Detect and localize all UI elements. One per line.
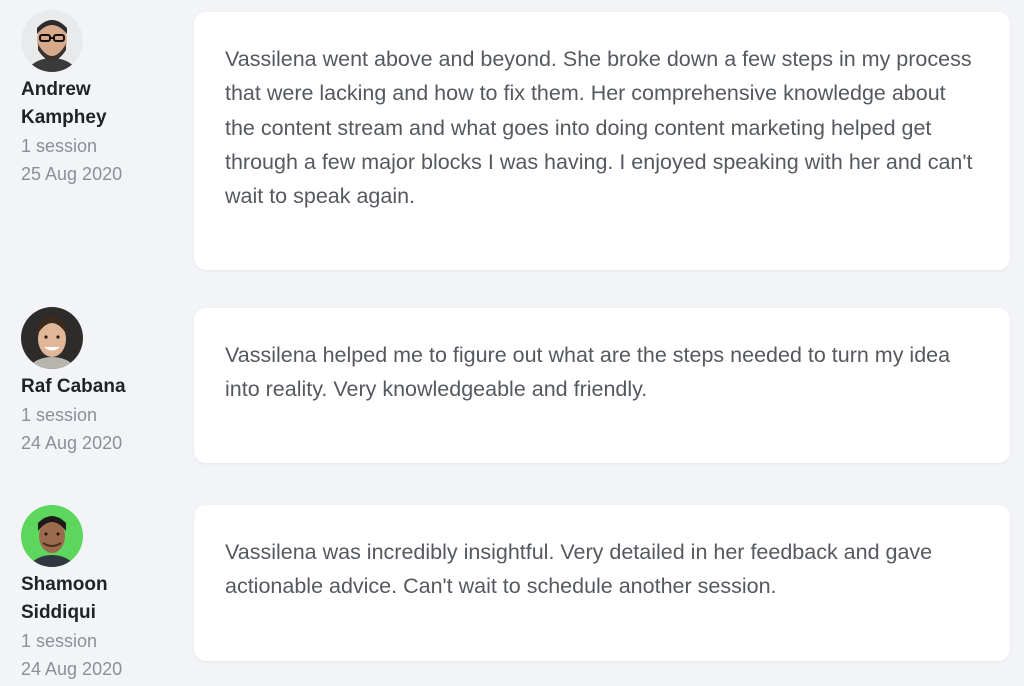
review-card: Vassilena went above and beyond. She bro…	[194, 12, 1010, 270]
review-text: Vassilena was incredibly insightful. Ver…	[225, 540, 933, 599]
avatar[interactable]	[21, 505, 83, 567]
review-author: Shamoon Siddiqui 1 session 24 Aug 2020	[21, 505, 181, 683]
review-card: Vassilena helped me to figure out what a…	[194, 308, 1010, 463]
author-name-last[interactable]: Siddiqui	[21, 599, 181, 627]
session-count: 1 session	[21, 405, 98, 425]
avatar[interactable]	[21, 307, 83, 369]
man-green-background-avatar-icon	[21, 505, 83, 567]
bearded-man-glasses-avatar-icon	[21, 10, 83, 72]
smiling-man-avatar-icon	[21, 307, 83, 369]
author-name-first[interactable]: Andrew	[21, 76, 181, 104]
review-author: Raf Cabana 1 session 24 Aug 2020	[21, 307, 181, 457]
author-name-last[interactable]: Kamphey	[21, 104, 181, 132]
author-name-first[interactable]: Raf Cabana	[21, 373, 181, 401]
author-name-first[interactable]: Shamoon	[21, 571, 181, 599]
avatar[interactable]	[21, 10, 83, 72]
review-date: 25 Aug 2020	[21, 164, 123, 184]
session-count: 1 session	[21, 136, 98, 156]
session-count: 1 session	[21, 631, 98, 651]
review-author: Andrew Kamphey 1 session 25 Aug 2020	[21, 10, 181, 188]
review-date: 24 Aug 2020	[21, 659, 123, 679]
review-text: Vassilena helped me to figure out what a…	[225, 343, 951, 402]
review-card: Vassilena was incredibly insightful. Ver…	[194, 505, 1010, 661]
review-date: 24 Aug 2020	[21, 433, 123, 453]
review-text: Vassilena went above and beyond. She bro…	[225, 47, 973, 209]
